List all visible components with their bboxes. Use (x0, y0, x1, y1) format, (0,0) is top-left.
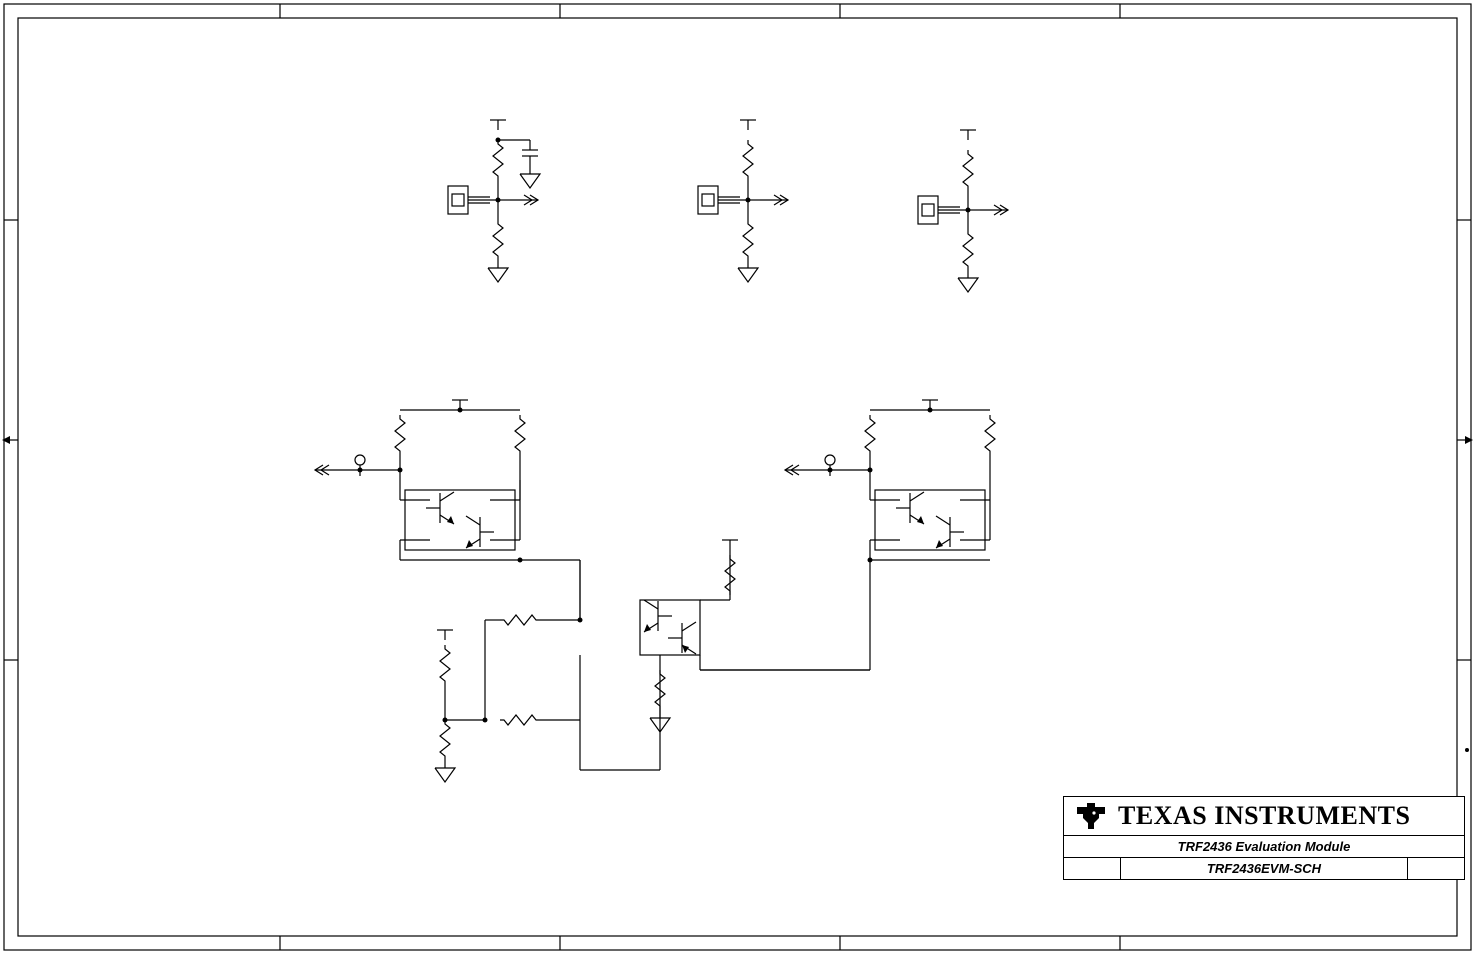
ground-icon (488, 260, 508, 282)
title-blank-left (1064, 858, 1120, 879)
title-blank-right (1407, 858, 1464, 879)
resistor-icon (963, 230, 973, 270)
ground-icon (738, 260, 758, 282)
resistor-icon (500, 615, 540, 625)
bjt-pnp-icon (668, 622, 696, 654)
power-rail-icon (740, 120, 756, 130)
resistor-icon (440, 645, 450, 685)
title-line1: TRF2436 Evaluation Module (1064, 836, 1464, 857)
test-point-icon (355, 455, 365, 476)
bjt-npn-icon (426, 492, 454, 524)
diff-pair-right (700, 400, 995, 670)
input-stage-b (698, 120, 788, 282)
diff-pair-left (315, 400, 580, 620)
ground-icon (958, 270, 978, 292)
test-point-icon (825, 455, 835, 476)
schematic-sheet: TEXAS INSTRUMENTS TRF2436 Evaluation Mod… (0, 0, 1475, 954)
rf-connector-icon (698, 186, 748, 214)
title-line2: TRF2436EVM-SCH (1120, 858, 1407, 879)
resistor-icon (440, 720, 450, 760)
resistor-icon (865, 415, 875, 455)
port-arrow-out-icon (760, 195, 788, 205)
resistor-icon (515, 415, 525, 455)
power-rail-icon (722, 540, 738, 550)
resistor-icon (500, 715, 540, 725)
input-stage-c (918, 130, 1008, 292)
ti-logo-icon (1074, 801, 1108, 831)
port-arrow-in-icon (785, 465, 813, 475)
current-mirror (435, 540, 870, 782)
rf-connector-icon (918, 196, 968, 224)
title-block: TEXAS INSTRUMENTS TRF2436 Evaluation Mod… (1063, 796, 1465, 880)
resistor-icon (743, 220, 753, 260)
brand-text: TEXAS INSTRUMENTS (1118, 801, 1410, 831)
bjt-npn-icon (644, 600, 672, 632)
resistor-icon (985, 415, 995, 455)
resistor-icon (743, 140, 753, 180)
ground-icon (520, 166, 540, 188)
rf-connector-icon (448, 186, 498, 214)
input-stage-a (448, 120, 540, 282)
bjt-npn-icon (936, 516, 964, 548)
power-rail-icon (490, 120, 506, 130)
resistor-icon (963, 150, 973, 190)
port-arrow-out-icon (980, 205, 1008, 215)
resistor-icon (493, 140, 503, 180)
power-rail-icon (437, 630, 453, 640)
power-rail-icon (960, 130, 976, 140)
bjt-npn-icon (896, 492, 924, 524)
bjt-npn-icon (466, 516, 494, 548)
ground-icon (435, 760, 455, 782)
port-arrow-out-icon (510, 195, 538, 205)
capacitor-icon (522, 140, 538, 166)
resistor-icon (395, 415, 405, 455)
resistor-icon (493, 220, 503, 260)
port-arrow-in-icon (315, 465, 343, 475)
